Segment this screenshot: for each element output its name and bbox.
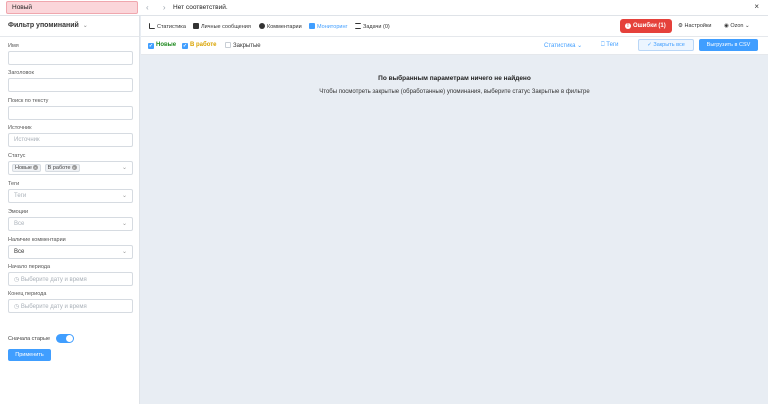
status-field-group: Статус Новые × В работе × ⌄ — [8, 153, 133, 175]
old-first-label: Сначала старые — [8, 335, 51, 342]
clock-icon: ◷ — [14, 304, 21, 310]
check-icon: ✓ — [148, 43, 154, 49]
filter-sidebar: Фильтр упоминаний ⌄ Имя Заголовок Поиск … — [0, 16, 140, 404]
nav-statistics[interactable]: Статистика — [149, 23, 186, 30]
alert-icon: ! — [625, 23, 631, 29]
filter-title: Фильтр упоминаний — [8, 22, 79, 29]
source-label: Источник — [8, 125, 32, 131]
status-label: Статус — [8, 153, 26, 159]
filter-sidebar-header[interactable]: Фильтр упоминаний ⌄ — [0, 16, 139, 37]
comments-label: Наличие комментарии — [8, 237, 66, 243]
check-icon: ✓ — [182, 43, 188, 49]
period-start-group: Начало периода ◷ Выберите дату и время — [8, 264, 133, 286]
nav-tasks[interactable]: Задачи (0) — [355, 23, 390, 30]
main-navbar: Статистика Личные сообщения Комментарии … — [141, 16, 768, 37]
source-input[interactable]: Источник — [8, 133, 133, 147]
chevron-down-icon: ⌄ — [121, 193, 127, 199]
empty-state-title: По выбранным параметрам ничего не найден… — [378, 75, 531, 82]
name-input[interactable] — [8, 51, 133, 65]
text-search-group: Поиск по тексту — [8, 98, 133, 120]
search-input[interactable]: Новый — [6, 1, 138, 14]
comment-icon — [259, 23, 265, 29]
user-menu[interactable]: ◉ Ozon ⌄ — [724, 23, 750, 29]
comments-field-group: Наличие комментарии Все ⌄ — [8, 237, 133, 259]
tags-field-group: Теги Теги ⌄ — [8, 181, 133, 203]
title-field-group: Заголовок — [8, 70, 133, 92]
statistics-dropdown[interactable]: Статистика ⌄ — [544, 42, 582, 49]
chevron-down-icon: ⌄ — [82, 23, 88, 29]
status-select[interactable]: Новые × В работе × ⌄ — [8, 161, 133, 175]
chevron-down-icon: ⌄ — [121, 165, 127, 171]
apply-button[interactable]: Применить — [8, 349, 51, 361]
status-tag-in-work: В работе × — [44, 164, 80, 172]
name-field-group: Имя — [8, 43, 133, 65]
emotions-label: Эмоции — [8, 209, 29, 215]
filter-in-work-checkbox[interactable]: ✓ В работе — [182, 42, 217, 49]
chevron-down-icon: ⌄ — [743, 23, 750, 29]
remove-tag-icon[interactable]: × — [32, 165, 38, 170]
empty-state-subtitle: Чтобы посмотреть закрытые (обработанные)… — [319, 89, 590, 95]
nav-comments[interactable]: Комментарии — [259, 23, 302, 30]
period-start-label: Начало периода — [8, 264, 51, 270]
nav-monitoring[interactable]: Мониторинг — [309, 23, 348, 30]
checkbox-empty-icon — [225, 42, 231, 48]
period-end-label: Конец периода — [8, 291, 47, 297]
close-icon[interactable]: × — [754, 2, 759, 11]
clock-icon: ◷ — [14, 277, 21, 283]
chart-icon — [149, 23, 155, 29]
source-field-group: Источник Источник — [8, 125, 133, 147]
emotions-select[interactable]: Все ⌄ — [8, 217, 133, 231]
export-csv-button[interactable]: Выгрузить в CSV — [699, 39, 758, 51]
period-start-input[interactable]: ◷ Выберите дату и время — [8, 272, 133, 286]
monitor-icon — [309, 23, 315, 29]
remove-tag-icon[interactable]: × — [71, 165, 77, 170]
chevron-down-icon: ⌄ — [575, 43, 583, 49]
close-all-button[interactable]: ✓ Закрыть все — [638, 39, 694, 51]
comments-select[interactable]: Все ⌄ — [8, 245, 133, 259]
tags-button[interactable]: ⎕ Теги — [601, 42, 619, 49]
status-filter-bar: ✓ Новые ✓ В работе Закрытые Статистика ⌄ ⎕… — [141, 37, 768, 55]
status-tag-new: Новые × — [12, 164, 41, 172]
chevron-down-icon: ⌄ — [121, 249, 127, 255]
period-end-group: Конец периода ◷ Выберите дату и время — [8, 291, 133, 313]
text-search-label: Поиск по тексту — [8, 98, 49, 104]
title-input[interactable] — [8, 78, 133, 92]
top-bar: Новый ‹ › Нет соответствий. × — [0, 0, 768, 16]
emotions-field-group: Эмоции Все ⌄ — [8, 209, 133, 231]
tags-select[interactable]: Теги ⌄ — [8, 189, 133, 203]
tasks-icon — [355, 23, 361, 29]
name-label: Имя — [8, 43, 19, 49]
mail-icon — [193, 23, 199, 29]
nav-settings[interactable]: ⚙ Настройки — [678, 23, 711, 29]
tags-label: Теги — [8, 181, 20, 187]
search-status-text: Нет соответствий. — [173, 4, 228, 11]
old-first-row: Сначала старые — [8, 334, 74, 343]
old-first-toggle[interactable] — [55, 334, 74, 343]
title-label: Заголовок — [8, 70, 34, 76]
errors-button[interactable]: ! Ошибки (1) — [620, 19, 672, 33]
history-arrows[interactable]: ‹ › — [146, 3, 172, 12]
filter-closed-checkbox[interactable]: Закрытые — [225, 42, 261, 49]
text-search-input[interactable] — [8, 106, 133, 120]
filter-new-checkbox[interactable]: ✓ Новые — [148, 42, 176, 49]
nav-messages[interactable]: Личные сообщения — [193, 23, 251, 30]
period-end-input[interactable]: ◷ Выберите дату и время — [8, 299, 133, 313]
chevron-down-icon: ⌄ — [121, 221, 127, 227]
